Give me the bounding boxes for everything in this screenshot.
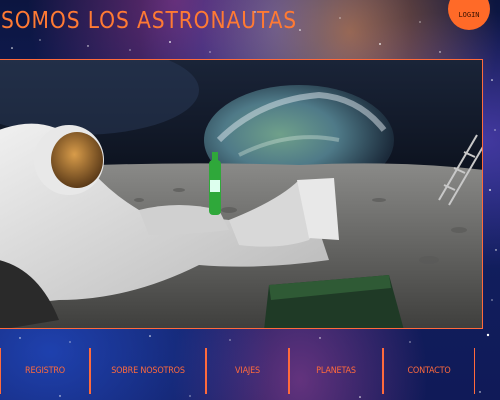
nav-item-viajes[interactable]: Viajes: [206, 348, 289, 394]
nav-item-contacto[interactable]: Contacto: [383, 348, 475, 394]
nav-item-registro[interactable]: Registro: [0, 348, 90, 394]
hero-image: [0, 59, 483, 329]
main-nav: Registro Sobre nosotros Viajes Planetas …: [0, 348, 475, 394]
nav-item-sobre-nosotros[interactable]: Sobre nosotros: [90, 348, 206, 394]
site-title: SOMOS LOS ASTRONAUTAS: [1, 8, 298, 34]
nav-item-planetas[interactable]: Planetas: [289, 348, 383, 394]
login-button[interactable]: LOGIN: [448, 0, 490, 30]
